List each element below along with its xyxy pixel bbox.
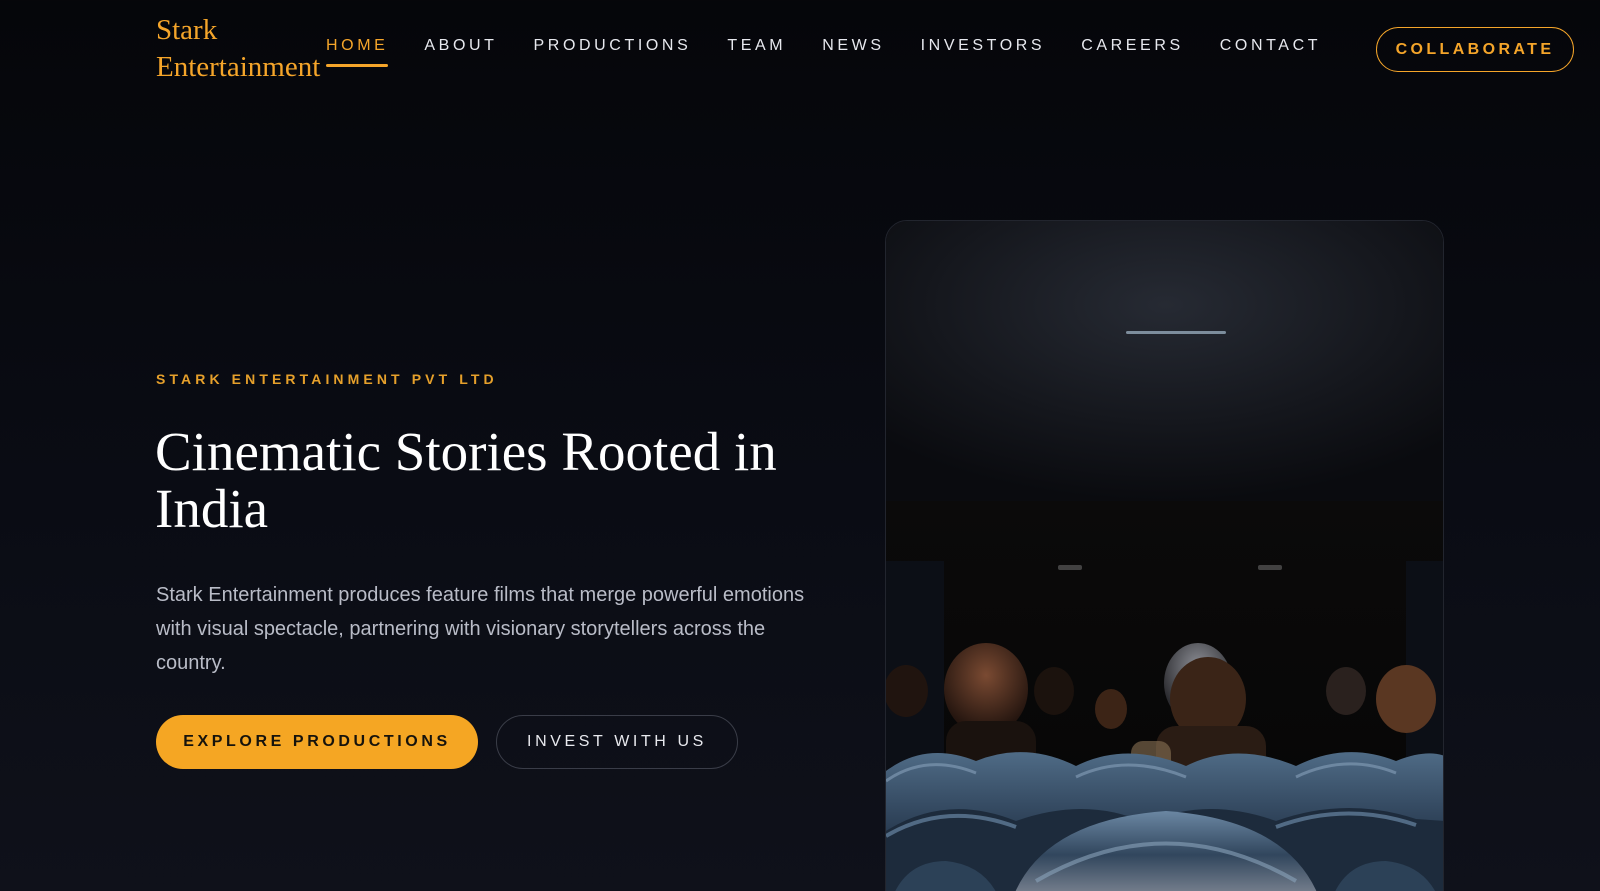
nav-item-investors[interactable]: INVESTORS — [921, 37, 1046, 55]
nav-item-home[interactable]: HOME — [326, 37, 389, 67]
nav-item-news[interactable]: NEWS — [822, 37, 884, 55]
main-nav: HOME ABOUT PRODUCTIONS TEAM NEWS INVESTO… — [326, 37, 1357, 67]
brand-name-line2: Entertainment — [156, 51, 321, 83]
hero-headline: Cinematic Stories Rooted in India — [155, 421, 777, 539]
hero-eyebrow: STARK ENTERTAINMENT PVT LTD — [156, 371, 498, 387]
nav-item-contact[interactable]: CONTACT — [1220, 37, 1321, 55]
theater-audience-image — [885, 220, 1444, 891]
nav-item-about[interactable]: ABOUT — [424, 37, 497, 55]
explore-productions-button[interactable]: EXPLORE PRODUCTIONS — [156, 715, 478, 769]
collaborate-button[interactable]: COLLABORATE — [1376, 27, 1574, 72]
nav-item-productions[interactable]: PRODUCTIONS — [534, 37, 692, 55]
brand-logo[interactable]: Stark Entertainment — [156, 12, 320, 86]
invest-with-us-button[interactable]: INVEST WITH US — [496, 715, 738, 769]
hero-description: Stark Entertainment produces feature fil… — [156, 584, 805, 674]
nav-item-team[interactable]: TEAM — [727, 37, 786, 55]
nav-item-careers[interactable]: CAREERS — [1081, 37, 1184, 55]
theater-illustration — [886, 221, 1443, 891]
brand-name-line1: Stark — [156, 14, 218, 46]
